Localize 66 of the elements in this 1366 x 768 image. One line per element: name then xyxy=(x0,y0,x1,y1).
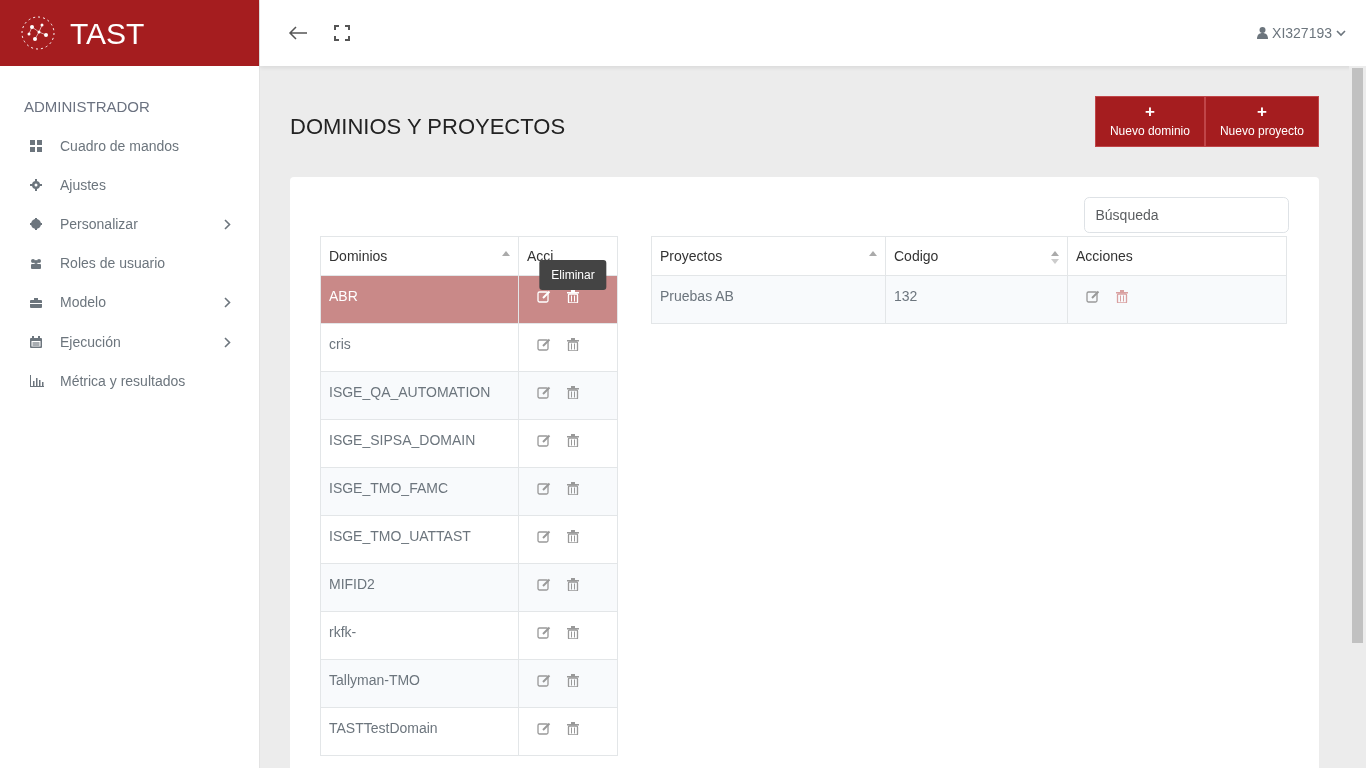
table-cell: Pruebas AB xyxy=(660,288,734,305)
fullscreen-icon[interactable] xyxy=(334,25,350,41)
trash-icon[interactable] xyxy=(567,722,579,736)
sidebar-item[interactable]: Cuadro de mandos xyxy=(0,126,259,166)
table-cell: cris xyxy=(329,336,351,353)
table-cell: ISGE_TMO_UATTAST xyxy=(329,528,471,545)
sidebar-item[interactable]: Métrica y resultados xyxy=(0,361,259,401)
back-arrow-icon[interactable] xyxy=(288,25,308,41)
calendar-icon xyxy=(30,336,44,349)
trash-icon[interactable] xyxy=(567,338,579,352)
table-cell: ABR xyxy=(329,288,358,305)
new-item-button[interactable]: + Nuevo dominio xyxy=(1094,96,1205,147)
edit-icon[interactable] xyxy=(537,578,551,592)
trash-icon[interactable] xyxy=(567,674,579,688)
table-cell: Tallyman-TMO xyxy=(329,672,420,689)
trash-icon[interactable] xyxy=(567,530,579,544)
sidebar-item[interactable]: Ejecución xyxy=(0,322,259,362)
column-header: Acciones xyxy=(1067,236,1287,276)
briefcase-icon xyxy=(30,296,44,309)
trash-icon[interactable] xyxy=(567,626,579,640)
table-cell: MIFID2 xyxy=(329,576,375,593)
table-cell: rkfk- xyxy=(329,624,357,641)
page-title: DOMINIOS Y PROYECTOS xyxy=(290,113,566,141)
search-field[interactable]: Búsqueda xyxy=(1084,196,1289,233)
edit-icon[interactable] xyxy=(537,530,551,544)
tooltip: Eliminar xyxy=(539,260,607,291)
new-item-button[interactable]: + Nuevo proyecto xyxy=(1204,96,1319,147)
sidebar-heading: ADMINISTRADOR xyxy=(24,97,151,117)
sidebar-item[interactable]: Modelo xyxy=(0,283,259,323)
app-title: TAST xyxy=(70,15,145,52)
user-menu[interactable]: XI327193 xyxy=(1257,22,1346,44)
column-header[interactable]: Codigo xyxy=(885,236,1068,276)
table-cell: 132 xyxy=(894,288,918,305)
edit-icon[interactable] xyxy=(537,482,551,496)
sidebar-item[interactable]: Ajustes xyxy=(0,165,259,205)
edit-icon[interactable] xyxy=(537,386,551,400)
chevron-down-icon xyxy=(1336,29,1346,37)
table-cell: ISGE_QA_AUTOMATION xyxy=(329,384,491,401)
column-header[interactable]: Dominios xyxy=(320,236,519,276)
table-cell: TASTTestDomain xyxy=(329,720,438,737)
sidebar-item[interactable]: Roles de usuario xyxy=(0,244,259,284)
edit-icon[interactable] xyxy=(537,338,551,352)
edit-icon[interactable] xyxy=(537,722,551,736)
network-globe-icon xyxy=(20,15,56,51)
trash-icon[interactable] xyxy=(567,434,579,448)
trash-icon[interactable] xyxy=(567,578,579,592)
grid-icon xyxy=(30,140,44,153)
column-header[interactable]: Proyectos xyxy=(651,236,886,276)
sort-icon[interactable] xyxy=(1051,251,1059,265)
table-cell: ISGE_SIPSA_DOMAIN xyxy=(329,432,476,449)
sidebar-item[interactable]: Personalizar xyxy=(0,204,259,245)
edit-icon[interactable] xyxy=(537,674,551,688)
sort-icon[interactable] xyxy=(502,251,510,257)
trash-icon[interactable] xyxy=(1116,290,1128,304)
bar-chart-icon xyxy=(30,375,44,388)
edit-icon[interactable] xyxy=(1086,290,1100,304)
edit-icon[interactable] xyxy=(537,434,551,448)
trash-icon[interactable] xyxy=(567,482,579,496)
edit-icon[interactable] xyxy=(537,290,551,304)
table-cell: ISGE_TMO_FAMC xyxy=(329,480,449,497)
trash-icon[interactable] xyxy=(567,290,579,304)
starburst-icon xyxy=(30,218,44,231)
sort-icon[interactable] xyxy=(869,251,877,257)
edit-icon[interactable] xyxy=(537,626,551,640)
trash-icon[interactable] xyxy=(567,386,579,400)
user-icon xyxy=(1257,27,1269,39)
